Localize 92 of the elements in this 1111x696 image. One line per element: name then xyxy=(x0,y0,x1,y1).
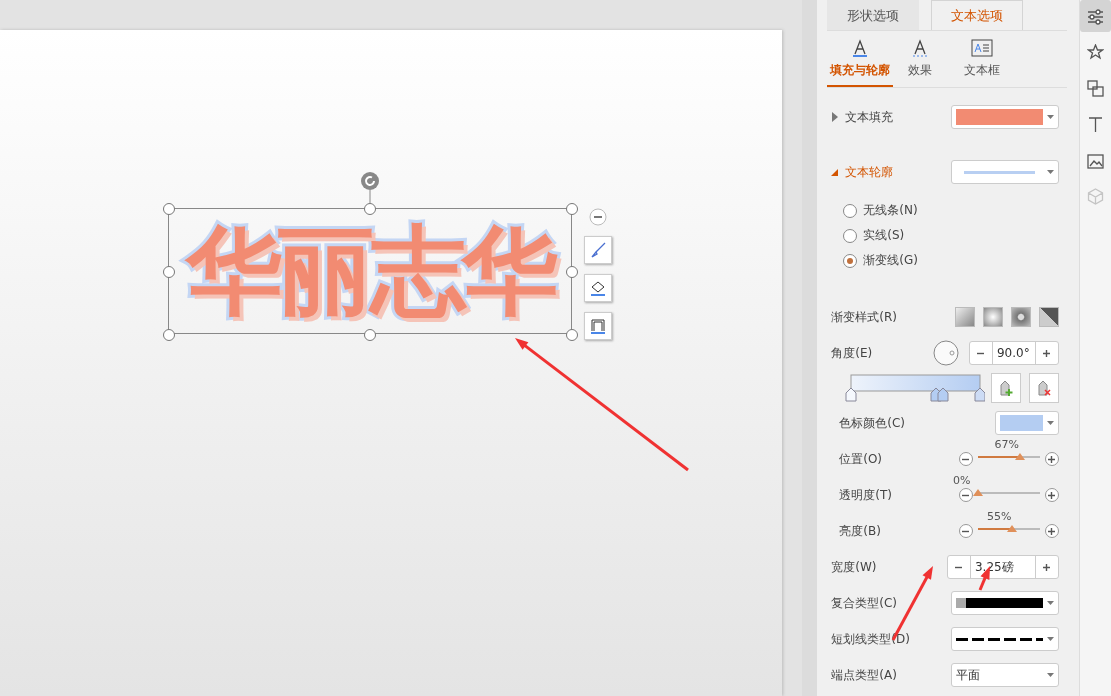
radio-label: 实线(S) xyxy=(863,227,906,244)
slider-thumb[interactable] xyxy=(973,489,983,496)
collapse-triangle-icon[interactable] xyxy=(831,167,840,177)
add-stop-icon xyxy=(998,379,1014,397)
sub-tab[interactable]: 效果 xyxy=(893,31,948,87)
slider-reading: 55% xyxy=(987,510,1012,523)
field-label: 端点类型(A) xyxy=(831,666,898,684)
field-label: 复合类型(C) xyxy=(831,594,898,612)
field-label: 宽度(W) xyxy=(831,558,878,576)
outline-button[interactable] xyxy=(584,312,612,340)
increase-button[interactable] xyxy=(1045,524,1059,538)
radio-button[interactable] xyxy=(843,253,858,268)
outline-color-dropdown[interactable] xyxy=(951,160,1059,184)
compound-type-dropdown[interactable] xyxy=(951,591,1059,615)
resize-handle[interactable] xyxy=(163,329,175,341)
radio-button[interactable] xyxy=(843,203,858,218)
cap-type-dropdown[interactable]: 平面 xyxy=(951,663,1059,687)
fill-color-dropdown[interactable] xyxy=(951,105,1059,129)
resize-handle[interactable] xyxy=(163,203,175,215)
radio-button[interactable] xyxy=(843,228,858,243)
width-spinner[interactable]: 3.25磅 xyxy=(947,555,1059,579)
sub-tab[interactable]: 填充与轮廓 xyxy=(827,31,894,87)
section-label: 文本填充 xyxy=(845,108,895,126)
increase-button[interactable] xyxy=(1045,488,1059,502)
gradient-stops-bar[interactable] xyxy=(845,374,986,402)
resize-handle[interactable] xyxy=(566,203,578,215)
slider-thumb[interactable] xyxy=(1014,453,1025,460)
caret-icon xyxy=(1047,421,1054,425)
text-box-icon xyxy=(971,38,994,58)
sub-tab[interactable]: 文本框 xyxy=(947,31,1018,87)
sidebar-tool-button[interactable] xyxy=(1080,0,1111,32)
field-label: 透明度(T) xyxy=(839,486,893,504)
decrease-button[interactable] xyxy=(959,452,973,466)
brush-icon xyxy=(589,241,607,259)
rotate-handle[interactable] xyxy=(360,172,380,204)
text-icon xyxy=(1087,115,1104,133)
plus-icon xyxy=(1042,562,1052,572)
resize-handle[interactable] xyxy=(566,329,578,341)
fill-button[interactable] xyxy=(584,274,612,302)
gradient-style-option[interactable] xyxy=(1039,307,1059,327)
plus-icon xyxy=(1047,490,1057,500)
caret-icon xyxy=(1047,170,1054,174)
caret-icon xyxy=(1047,673,1054,677)
resize-handle[interactable] xyxy=(364,329,376,341)
radio-label: 无线条(N) xyxy=(863,202,919,219)
angle-spinner[interactable]: 90.0° xyxy=(969,341,1059,365)
remove-stop-button[interactable] xyxy=(1029,373,1059,403)
remove-stop-icon xyxy=(1036,379,1052,397)
angle-value: 90.0° xyxy=(992,342,1036,364)
field-label: 渐变样式(R) xyxy=(831,308,898,326)
settings-sliders-icon xyxy=(1087,7,1104,25)
plus-icon xyxy=(1042,348,1052,358)
plus-icon xyxy=(1047,454,1057,464)
field-label: 角度(E) xyxy=(831,344,874,362)
image-icon xyxy=(1087,151,1104,169)
dash-type-dropdown[interactable] xyxy=(951,627,1059,651)
paint-bucket-icon xyxy=(589,279,607,297)
field-label: 色标颜色(C) xyxy=(839,414,906,432)
decrease-button[interactable] xyxy=(959,524,973,538)
slider-reading: 0% xyxy=(953,474,971,487)
caret-icon xyxy=(1047,637,1054,641)
expand-triangle-icon[interactable] xyxy=(831,112,840,122)
section-label: 文本轮廓 xyxy=(845,163,895,181)
slider-reading: 67% xyxy=(994,438,1019,451)
outline-icon xyxy=(589,317,607,335)
style-button[interactable] xyxy=(584,236,612,264)
swap-shapes-icon xyxy=(1087,79,1104,97)
gradient-style-option[interactable] xyxy=(983,307,1003,327)
cube-icon xyxy=(1087,187,1104,205)
field-label: 位置(O) xyxy=(839,450,884,468)
panel-tab[interactable]: 形状选项 xyxy=(827,0,920,30)
field-label: 短划线类型(D) xyxy=(831,630,911,648)
plus-icon xyxy=(1047,526,1057,536)
resize-handle[interactable] xyxy=(364,203,376,215)
gradient-style-option[interactable] xyxy=(1011,307,1031,327)
caret-icon xyxy=(1047,601,1054,605)
star-icon xyxy=(1087,43,1104,61)
caret-icon xyxy=(1047,115,1054,119)
decrease-button[interactable] xyxy=(959,488,973,502)
add-stop-button[interactable] xyxy=(991,373,1021,403)
angle-dial[interactable] xyxy=(933,340,959,366)
increase-button[interactable] xyxy=(1045,452,1059,466)
collapse-icon[interactable] xyxy=(589,208,607,226)
panel-tab[interactable]: 文本选项 xyxy=(931,0,1024,30)
field-label: 亮度(B) xyxy=(839,522,882,540)
resize-handle[interactable] xyxy=(163,266,175,278)
gradient-style-option[interactable] xyxy=(955,307,975,327)
stop-color-dropdown[interactable] xyxy=(995,411,1059,435)
resize-handle[interactable] xyxy=(566,266,578,278)
text-art: 华丽志华 xyxy=(186,223,554,319)
radio-label: 渐变线(G) xyxy=(863,252,919,269)
slider-thumb[interactable] xyxy=(1007,525,1018,532)
